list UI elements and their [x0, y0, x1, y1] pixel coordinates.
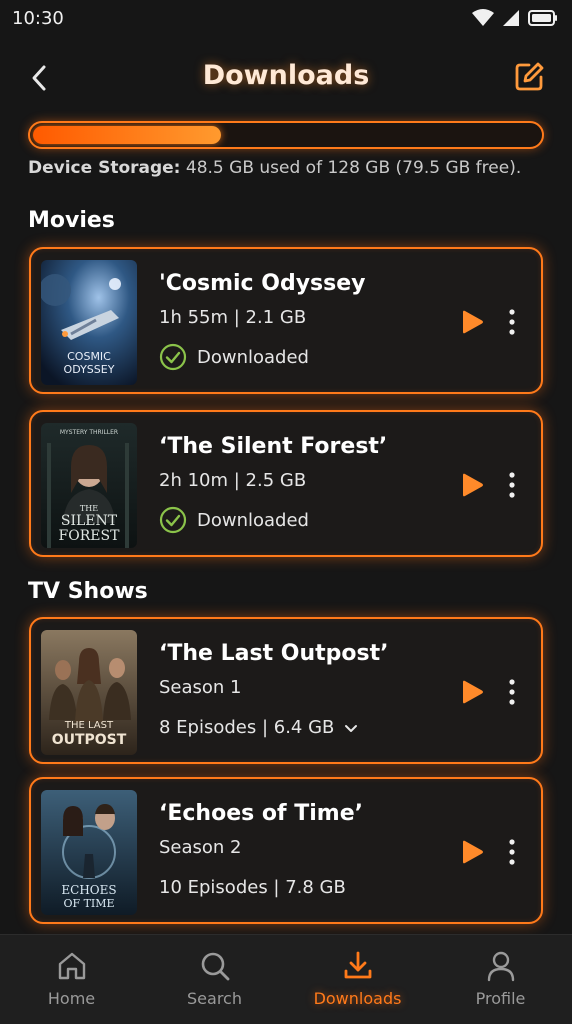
episodes-label: 8 Episodes | 6.4 GB: [159, 717, 335, 738]
card-season: Season 1: [159, 677, 242, 698]
storage-progress-fill: [33, 126, 222, 144]
poster-title-1: SILENT: [61, 513, 118, 529]
play-icon[interactable]: [459, 309, 485, 335]
section-title-tv-shows: TV Shows: [28, 579, 148, 604]
more-options-icon[interactable]: [505, 307, 519, 337]
status-bar: 10:30: [0, 0, 572, 36]
storage-progress-bar: [28, 121, 544, 149]
section-title-movies: Movies: [28, 208, 115, 233]
poster-silent-forest: MYSTERY THRILLER THE SILENT FOREST: [41, 423, 137, 548]
download-status: Downloaded: [159, 343, 309, 371]
status-label: Downloaded: [197, 346, 309, 368]
more-options-icon[interactable]: [505, 677, 519, 707]
nav-label-downloads: Downloads: [313, 989, 402, 1008]
battery-icon: [528, 10, 557, 26]
status-time: 10:30: [12, 7, 64, 29]
storage-detail: 48.5 GB used of 128 GB (79.5 GB free).: [185, 158, 522, 178]
nav-label-profile: Profile: [475, 989, 526, 1008]
poster-title-2: ODYSSEY: [64, 363, 115, 376]
episodes-info[interactable]: 8 Episodes | 6.4 GB: [159, 717, 360, 738]
page-title: Downloads: [202, 60, 370, 91]
card-season: Season 2: [159, 837, 242, 858]
play-icon[interactable]: [459, 839, 485, 865]
episodes-info: 10 Episodes | 7.8 GB: [159, 877, 346, 898]
more-options-icon[interactable]: [505, 837, 519, 867]
nav-item-downloads[interactable]: Downloads: [286, 935, 429, 1024]
profile-icon: [487, 951, 514, 982]
download-card[interactable]: MYSTERY THRILLER THE SILENT FOREST ‘The …: [29, 410, 543, 557]
nav-label-home: Home: [47, 989, 96, 1008]
check-circle-icon: [159, 506, 187, 534]
download-icon: [344, 951, 371, 979]
download-card[interactable]: THE LAST OUTPOST ‘The Last Outpost’ Seas…: [29, 617, 543, 764]
header: Downloads: [0, 50, 572, 108]
card-title: 'Cosmic Odyssey: [159, 271, 366, 296]
storage-label: Device Storage:: [28, 158, 181, 178]
play-icon[interactable]: [459, 679, 485, 705]
nav-item-search[interactable]: Search: [143, 935, 286, 1024]
download-card[interactable]: ECHOES OF TIME ‘Echoes of Time’ Season 2…: [29, 777, 543, 924]
storage-info: Device Storage: 48.5 GB used of 128 GB (…: [28, 158, 521, 178]
download-card[interactable]: COSMIC ODYSSEY 'Cosmic Odyssey 1h 55m | …: [29, 247, 543, 394]
card-meta: 1h 55m | 2.1 GB: [159, 307, 307, 328]
card-title: ‘The Silent Forest’: [159, 434, 388, 459]
card-meta: 2h 10m | 2.5 GB: [159, 470, 307, 491]
poster-last-outpost: THE LAST OUTPOST: [41, 630, 137, 755]
status-icons: [472, 9, 558, 27]
poster-title-2: OF TIME: [63, 897, 114, 910]
poster-echoes-of-time: ECHOES OF TIME: [41, 790, 137, 915]
poster-title-1: COSMIC: [67, 350, 111, 363]
poster-title-1: ECHOES: [61, 883, 116, 897]
poster-cosmic-odyssey: COSMIC ODYSSEY: [41, 260, 137, 385]
more-options-icon[interactable]: [505, 470, 519, 500]
check-circle-icon: [159, 343, 187, 371]
play-icon[interactable]: [459, 472, 485, 498]
edit-icon[interactable]: [512, 60, 546, 94]
search-icon: [201, 952, 229, 981]
nav-item-profile[interactable]: Profile: [429, 935, 572, 1024]
nav-item-home[interactable]: Home: [0, 935, 143, 1024]
card-title: ‘The Last Outpost’: [159, 641, 389, 666]
poster-title-1: THE LAST: [64, 720, 114, 731]
poster-title-2: FOREST: [59, 528, 121, 544]
wifi-icon: [472, 9, 494, 26]
nav-label-search: Search: [187, 989, 242, 1008]
chevron-down-icon[interactable]: [342, 719, 360, 737]
poster-tagline: MYSTERY THRILLER: [60, 429, 118, 436]
home-icon: [58, 952, 85, 980]
bottom-navigation: Home Search Downloads Profile: [0, 934, 572, 1024]
poster-title-0: THE: [80, 504, 98, 513]
card-title: ‘Echoes of Time’: [159, 801, 363, 826]
download-status: Downloaded: [159, 506, 309, 534]
poster-title-2: OUTPOST: [52, 732, 127, 748]
status-label: Downloaded: [197, 509, 309, 531]
signal-icon: [503, 10, 519, 26]
episodes-label: 10 Episodes | 7.8 GB: [159, 877, 346, 898]
